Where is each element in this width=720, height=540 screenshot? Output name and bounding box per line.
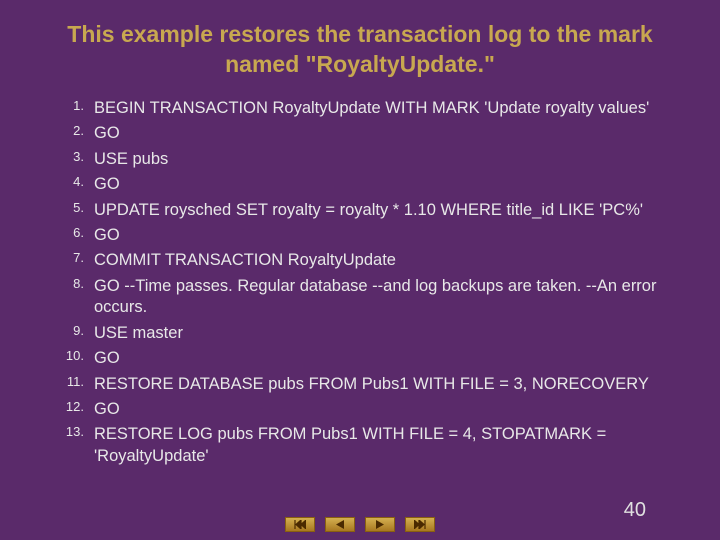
list-item: GO --Time passes. Regular database --and… — [78, 276, 690, 319]
list-item: GO — [78, 225, 690, 246]
list-item: BEGIN TRANSACTION RoyaltyUpdate WITH MAR… — [78, 98, 690, 119]
prev-icon — [334, 520, 346, 529]
last-icon — [414, 520, 426, 529]
nav-prev-button[interactable] — [325, 517, 355, 532]
list-item: UPDATE roysched SET royalty = royalty * … — [78, 200, 690, 221]
page-number: 40 — [624, 499, 646, 522]
next-icon — [374, 520, 386, 529]
nav-last-button[interactable] — [405, 517, 435, 532]
list-item: RESTORE DATABASE pubs FROM Pubs1 WITH FI… — [78, 374, 690, 395]
list-item: COMMIT TRANSACTION RoyaltyUpdate — [78, 250, 690, 271]
list-item: RESTORE LOG pubs FROM Pubs1 WITH FILE = … — [78, 424, 690, 467]
numbered-list: BEGIN TRANSACTION RoyaltyUpdate WITH MAR… — [30, 98, 690, 468]
slide-content: This example restores the transaction lo… — [0, 0, 720, 467]
nav-next-button[interactable] — [365, 517, 395, 532]
nav-button-group — [285, 517, 435, 532]
first-icon — [294, 520, 306, 529]
nav-first-button[interactable] — [285, 517, 315, 532]
list-item: GO — [78, 123, 690, 144]
list-item: GO — [78, 348, 690, 369]
list-item: USE pubs — [78, 149, 690, 170]
list-item: GO — [78, 399, 690, 420]
slide-title: This example restores the transaction lo… — [30, 20, 690, 80]
list-item: GO — [78, 174, 690, 195]
list-item: USE master — [78, 323, 690, 344]
